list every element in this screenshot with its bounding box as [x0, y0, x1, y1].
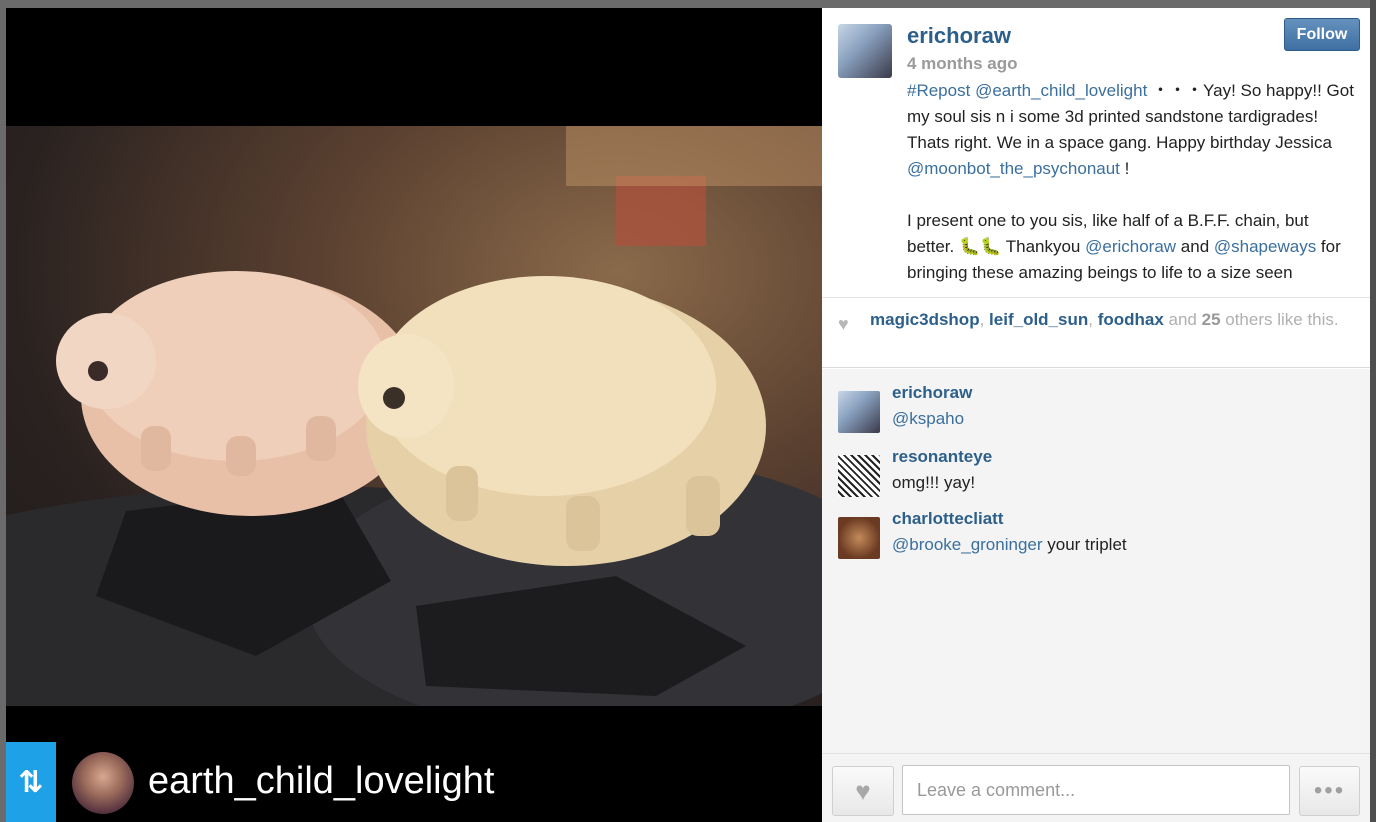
- likes-text: magic3dshop, leif_old_sun, foodhax and 2…: [870, 310, 1339, 329]
- mention-link[interactable]: @kspaho: [892, 409, 964, 428]
- post-header: erichoraw 4 months ago Follow #Repost @e…: [822, 8, 1370, 298]
- like-button[interactable]: ♥: [832, 766, 894, 816]
- liker-link[interactable]: foodhax: [1098, 310, 1164, 329]
- mention-link[interactable]: @moonbot_the_psychonaut: [907, 159, 1120, 178]
- comment-body: your triplet: [1042, 535, 1127, 554]
- comment-username[interactable]: erichoraw: [892, 383, 972, 403]
- caption-text: !: [1119, 159, 1130, 178]
- repost-user-avatar: [72, 752, 134, 814]
- comment-item: erichoraw @kspaho: [838, 383, 1358, 439]
- mention-link[interactable]: @erichoraw: [1085, 237, 1176, 256]
- repost-attribution: ⇅ earth_child_lovelight: [6, 742, 822, 822]
- liker-link[interactable]: leif_old_sun: [989, 310, 1088, 329]
- follow-button[interactable]: Follow: [1284, 18, 1360, 51]
- repost-icon: ⇅: [6, 742, 56, 822]
- author-avatar[interactable]: [838, 24, 892, 78]
- mention-link[interactable]: @brooke_groninger: [892, 535, 1043, 554]
- comment-username[interactable]: charlottecliatt: [892, 509, 1003, 529]
- post-details-panel: erichoraw 4 months ago Follow #Repost @e…: [822, 8, 1370, 822]
- likes-count[interactable]: 25: [1202, 310, 1221, 329]
- comment-avatar[interactable]: [838, 517, 880, 559]
- comment-list: erichoraw @kspaho resonanteye omg!!! yay…: [822, 369, 1370, 753]
- mention-link[interactable]: @earth_child_lovelight: [975, 81, 1147, 100]
- post-timestamp: 4 months ago: [907, 54, 1018, 73]
- caption-text: and: [1176, 237, 1214, 256]
- comment-input[interactable]: [902, 765, 1290, 815]
- repost-username: earth_child_lovelight: [148, 760, 495, 802]
- photo-illustration: [6, 126, 822, 706]
- likes-and: and: [1163, 310, 1202, 329]
- mention-link[interactable]: @shapeways: [1214, 237, 1316, 256]
- heart-icon: ♥: [855, 775, 871, 806]
- comment-text: @kspaho: [892, 409, 964, 429]
- comment-item: charlottecliatt @brooke_groninger your t…: [838, 509, 1358, 565]
- frame-top-border: [0, 0, 1376, 8]
- more-options-button[interactable]: •••: [1299, 766, 1360, 816]
- liker-link[interactable]: magic3dshop: [870, 310, 980, 329]
- comment-username[interactable]: resonanteye: [892, 447, 992, 467]
- author-username[interactable]: erichoraw: [907, 23, 1011, 49]
- likes-suffix: others like this.: [1220, 310, 1339, 329]
- comment-composer: ♥ •••: [822, 753, 1370, 822]
- media-pane: ⇅ earth_child_lovelight: [6, 8, 822, 822]
- post-photo[interactable]: [6, 126, 822, 706]
- hashtag-link[interactable]: #Repost: [907, 81, 970, 100]
- app-frame: ⇅ earth_child_lovelight erichoraw 4 mont…: [0, 0, 1376, 822]
- likes-summary: ♥ magic3dshop, leif_old_sun, foodhax and…: [822, 298, 1370, 368]
- comment-avatar[interactable]: [838, 391, 880, 433]
- comment-item: resonanteye omg!!! yay!: [838, 447, 1358, 503]
- comment-body: omg!!! yay!: [892, 473, 976, 492]
- comment-text: omg!!! yay!: [892, 473, 975, 493]
- comment-text: @brooke_groninger your triplet: [892, 535, 1127, 555]
- post-caption: #Repost @earth_child_lovelight ・・・Yay! S…: [907, 78, 1357, 297]
- comment-avatar[interactable]: [838, 455, 880, 497]
- frame-right-border: [1370, 0, 1376, 822]
- heart-icon: ♥: [838, 314, 849, 334]
